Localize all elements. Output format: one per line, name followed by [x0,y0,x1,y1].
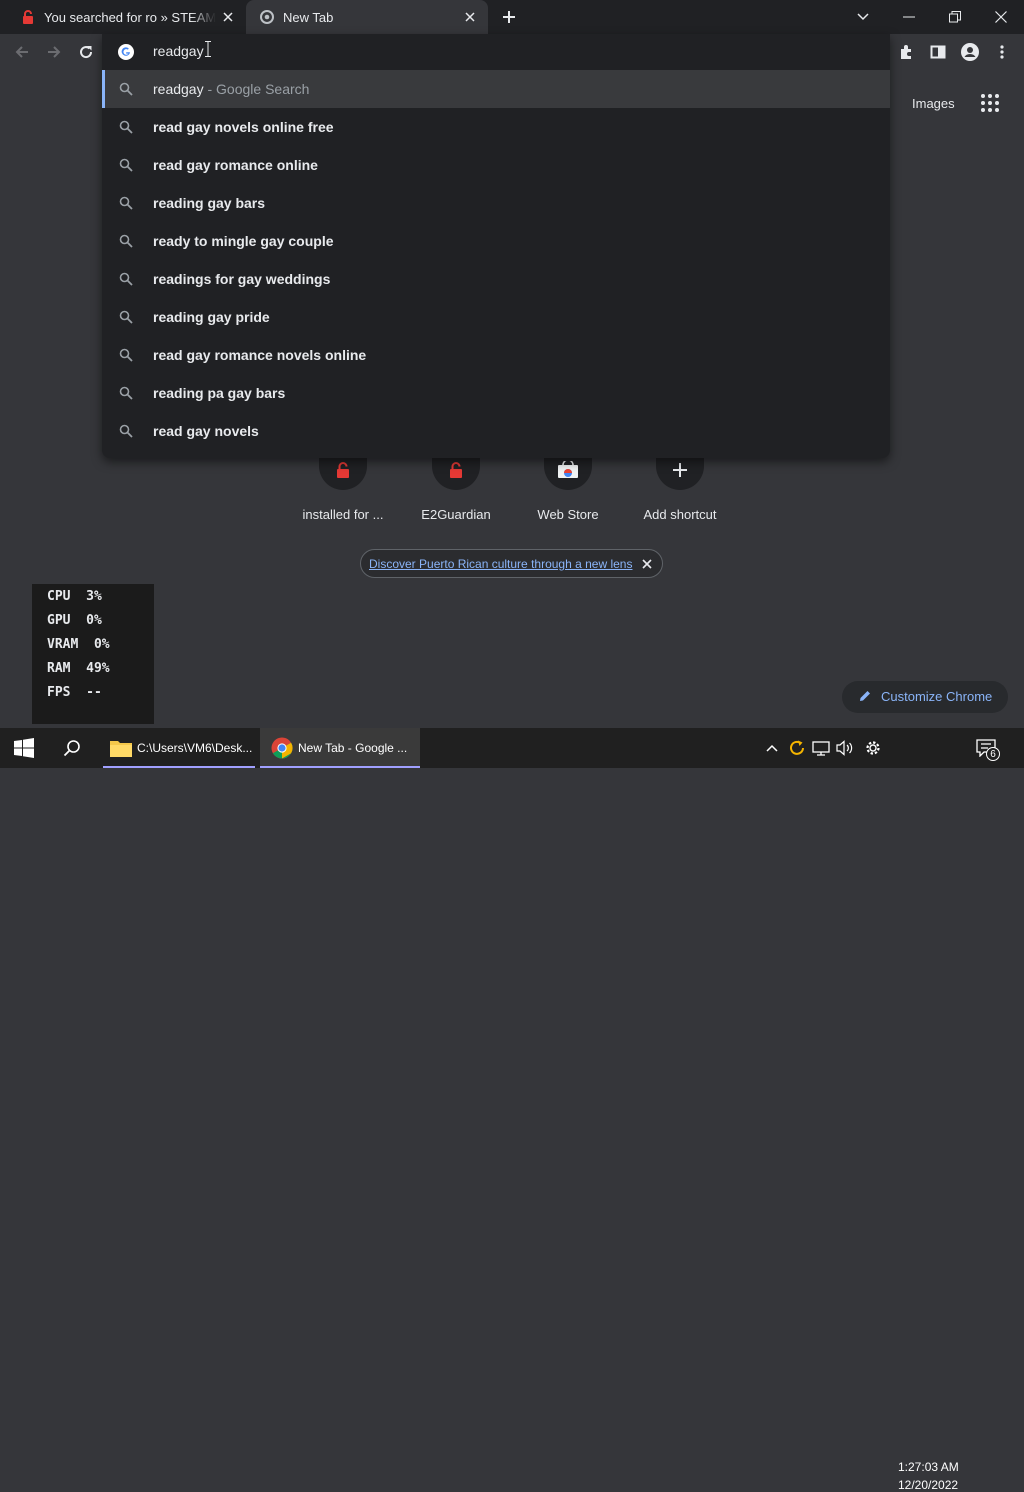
tab-title: New Tab [283,9,334,25]
gear-icon[interactable] [862,728,884,768]
search-icon [119,120,133,134]
performance-overlay: CPU 3% GPU 0% VRAM 0% RAM 49% FPS -- [32,584,154,724]
taskbar-chrome[interactable]: New Tab - Google ... [260,728,420,768]
red-lock-icon [20,9,36,25]
suggestion-item[interactable]: ready to mingle gay couple [102,222,890,260]
tab-strip: You searched for ro » STEAMUNLOCKED New … [0,0,1024,34]
chrome-icon [271,737,293,759]
pencil-icon [858,689,874,705]
search-icon [119,196,133,210]
perf-gpu: GPU 0% [47,613,102,628]
search-icon [119,386,133,400]
suggestion-item[interactable]: reading gay pride [102,298,890,336]
restore-button[interactable] [932,0,978,34]
suggestion-text: read gay novels [153,423,259,439]
promo-banner: Discover Puerto Rican culture through a … [360,549,663,578]
promo-link[interactable]: Discover Puerto Rican culture through a … [369,557,632,571]
windows-start-icon[interactable] [0,728,48,768]
suggestion-item[interactable]: readgay - Google Search [102,70,890,108]
search-icon [119,310,133,324]
shortcut-label: E2Guardian [421,507,491,522]
new-tab-button[interactable] [498,6,520,28]
google-g-icon [118,44,134,60]
perf-cpu: CPU 3% [47,589,102,604]
volume-icon[interactable] [834,728,856,768]
reload-button[interactable] [74,40,98,64]
tab-search-icon[interactable] [840,0,886,34]
taskbar-app-label: C:\Users\VM6\Desk... [137,741,253,755]
extensions-icon[interactable] [894,40,918,64]
clock-time[interactable]: 1:27:03 AM [898,1460,959,1474]
suggestion-text: reading gay pride [153,309,270,325]
taskbar-app-label: New Tab - Google ... [298,741,408,755]
back-button[interactable] [10,40,34,64]
suggestion-suffix: - Google Search [207,81,310,97]
search-icon [119,234,133,248]
taskbar-file-explorer[interactable]: C:\Users\VM6\Desk... [103,728,255,768]
search-icon [119,82,133,96]
suggestion-text: reading gay bars [153,195,266,211]
suggestion-text: reading pa gay bars [153,385,286,401]
omnibox-dropdown: readgay readgay - Google Search read gay… [102,34,890,458]
images-link[interactable]: Images [912,96,955,111]
tab-title: You searched for ro » STEAMUNLOCKED [44,9,216,25]
close-tab-icon[interactable] [462,9,478,25]
address-bar[interactable]: readgay [102,34,890,70]
suggestion-text: readings for gay weddings [153,271,331,287]
suggestion-list: readgay - Google Search read gay novels … [102,70,890,450]
close-icon[interactable] [639,556,655,572]
perf-fps: FPS -- [47,685,102,700]
windows-taskbar: C:\Users\VM6\Desk... New Tab - Google ..… [0,728,1024,1492]
customize-chrome-label: Customize Chrome [881,689,993,704]
address-input[interactable]: readgay [153,43,204,59]
notification-count-badge: 6 [986,747,1000,761]
suggestion-item[interactable]: reading pa gay bars [102,374,890,412]
shortcut-label: Add shortcut [643,507,717,522]
network-icon[interactable] [810,728,832,768]
search-icon [119,348,133,362]
shortcut-label: Web Store [537,507,599,522]
suggestion-text: read gay romance novels online [153,347,367,363]
chevron-up-icon[interactable] [763,728,781,768]
close-window-button[interactable] [978,0,1024,34]
search-icon [119,158,133,172]
suggestion-text: readgay [153,81,204,97]
menu-kebab-icon[interactable] [990,40,1014,64]
text-cursor-icon [205,41,211,57]
suggestion-item[interactable]: read gay novels online free [102,108,890,146]
shortcut-label: installed for ... [302,507,384,522]
customize-chrome-button[interactable]: Customize Chrome [842,681,1008,713]
search-icon[interactable] [50,728,94,768]
suggestion-item[interactable]: readings for gay weddings [102,260,890,298]
perf-ram: RAM 49% [47,661,110,676]
suggestion-item[interactable]: reading gay bars [102,184,890,222]
sync-warning-icon[interactable] [786,728,808,768]
forward-button[interactable] [42,40,66,64]
google-apps-icon[interactable] [980,93,1000,113]
suggestion-item[interactable]: read gay novels [102,412,890,450]
suggestion-item[interactable]: read gay romance online [102,146,890,184]
tab-steamunlocked[interactable]: You searched for ro » STEAMUNLOCKED [0,0,246,34]
suggestion-text: read gay novels online free [153,119,334,135]
folder-icon [110,739,132,757]
search-icon [119,424,133,438]
side-panel-icon[interactable] [926,40,950,64]
profile-icon[interactable] [958,40,982,64]
suggestion-text: read gay romance online [153,157,318,173]
close-tab-icon[interactable] [220,9,236,25]
notification-center-icon[interactable]: 6 [972,728,1000,768]
tab-new-tab[interactable]: New Tab [246,0,488,34]
search-icon [119,272,133,286]
perf-vram: VRAM 0% [47,637,110,652]
suggestion-item[interactable]: read gay romance novels online [102,336,890,374]
minimize-button[interactable] [886,0,932,34]
chrome-icon [259,9,275,25]
suggestion-text: ready to mingle gay couple [153,233,334,249]
clock-date[interactable]: 12/20/2022 [898,1478,958,1492]
